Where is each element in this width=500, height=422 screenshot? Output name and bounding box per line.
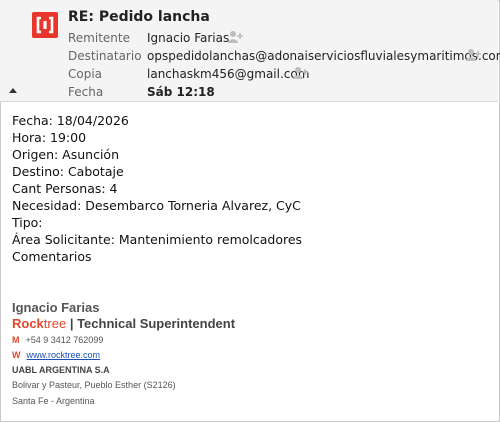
app-logo-icon [32, 12, 58, 38]
sender-value[interactable]: Ignacio Farias [147, 30, 229, 46]
recipient-value[interactable]: opspedidolanchas@adonaiserviciosfluviale… [147, 48, 500, 64]
add-contact-icon[interactable] [466, 48, 482, 62]
date-label: Fecha [68, 85, 104, 99]
body-line: Fecha: 18/04/2026 [12, 113, 129, 128]
signature-brand-line: Rocktree | Technical Superintendent [12, 316, 235, 331]
signature-address-2: Santa Fe - Argentina [12, 396, 95, 406]
signature-web: Wwww.rocktree.com [12, 350, 100, 360]
signature-title: Technical Superintendent [77, 316, 236, 331]
collapse-triangle-icon[interactable] [9, 88, 17, 93]
brand-rock: Rock [12, 316, 44, 331]
mobile-key: M [12, 335, 20, 345]
email-body: Fecha: 18/04/2026 Hora: 19:00 Origen: As… [12, 112, 302, 265]
add-contact-icon[interactable] [293, 66, 309, 80]
body-line: Área Solicitante: Mantenimiento remolcad… [12, 232, 303, 247]
body-line: Comentarios [12, 249, 92, 264]
body-line: Tipo: [12, 215, 43, 230]
email-header: RE: Pedido lancha Remitente Ignacio Fari… [0, 0, 500, 102]
website-link[interactable]: www.rocktree.com [27, 350, 101, 360]
body-line: Necesidad: Desembarco Torneria Alvarez, … [12, 198, 301, 213]
recipient-label: Destinatario [68, 49, 142, 63]
date-value: Sáb 12:18 [147, 85, 215, 99]
brand-separator: | [66, 316, 78, 331]
signature-mobile: M +54 9 3412 762099 [12, 335, 103, 345]
body-line: Origen: Asunción [12, 147, 120, 162]
body-line: Hora: 19:00 [12, 130, 87, 145]
sender-label: Remitente [68, 31, 130, 45]
mobile-number: +54 9 3412 762099 [25, 335, 104, 345]
web-key: W [12, 350, 21, 360]
cc-label: Copia [68, 67, 103, 81]
cc-value[interactable]: lanchaskm456@gmail.com [147, 66, 309, 82]
signature-company: UABL ARGENTINA S.A [12, 365, 110, 375]
signature-name: Ignacio Farias [12, 300, 100, 315]
email-subject: RE: Pedido lancha [68, 9, 210, 25]
body-line: Cant Personas: 4 [12, 181, 118, 196]
body-line: Destino: Cabotaje [12, 164, 124, 179]
signature-address-1: Bolivar y Pasteur, Pueblo Esther (S2126) [12, 380, 176, 390]
brand-tree: tree [43, 316, 67, 331]
add-contact-icon[interactable] [228, 30, 244, 44]
